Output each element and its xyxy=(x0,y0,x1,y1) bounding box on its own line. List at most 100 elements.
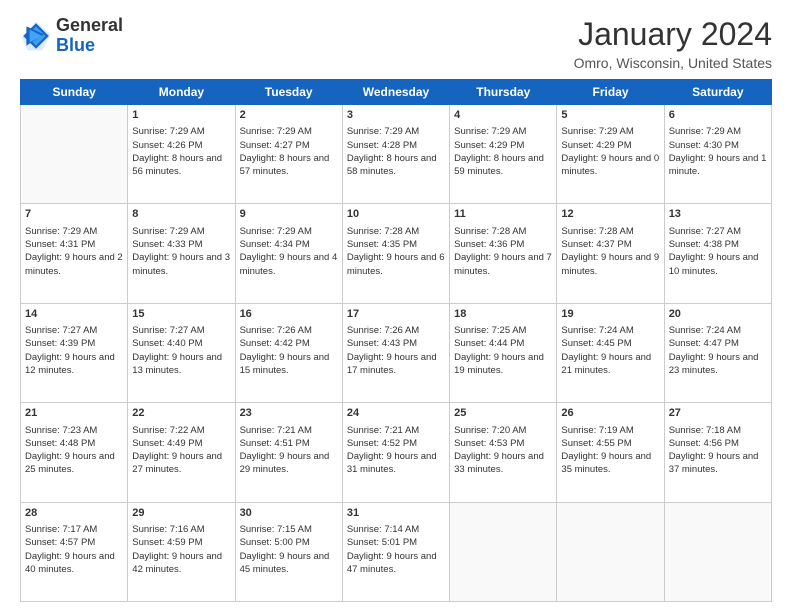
sunset-text: Sunset: 4:55 PM xyxy=(561,437,659,450)
sunset-text: Sunset: 4:31 PM xyxy=(25,238,123,251)
calendar-cell: 23Sunrise: 7:21 AMSunset: 4:51 PMDayligh… xyxy=(235,403,342,502)
daylight-text: Daylight: 9 hours and 17 minutes. xyxy=(347,351,445,378)
header-saturday: Saturday xyxy=(664,80,771,105)
calendar-cell: 16Sunrise: 7:26 AMSunset: 4:42 PMDayligh… xyxy=(235,303,342,402)
sunrise-text: Sunrise: 7:27 AM xyxy=(132,324,230,337)
calendar-cell: 10Sunrise: 7:28 AMSunset: 4:35 PMDayligh… xyxy=(342,204,449,303)
sunset-text: Sunset: 4:56 PM xyxy=(669,437,767,450)
sunrise-text: Sunrise: 7:27 AM xyxy=(669,225,767,238)
daylight-text: Daylight: 9 hours and 25 minutes. xyxy=(25,450,123,477)
sunrise-text: Sunrise: 7:26 AM xyxy=(347,324,445,337)
calendar-cell: 14Sunrise: 7:27 AMSunset: 4:39 PMDayligh… xyxy=(21,303,128,402)
day-number: 27 xyxy=(669,406,767,421)
calendar-week-0: 1Sunrise: 7:29 AMSunset: 4:26 PMDaylight… xyxy=(21,105,772,204)
day-number: 23 xyxy=(240,406,338,421)
sunset-text: Sunset: 4:57 PM xyxy=(25,536,123,549)
day-number: 3 xyxy=(347,108,445,123)
day-number: 7 xyxy=(25,207,123,222)
daylight-text: Daylight: 9 hours and 7 minutes. xyxy=(454,251,552,278)
calendar-cell: 22Sunrise: 7:22 AMSunset: 4:49 PMDayligh… xyxy=(128,403,235,502)
sunset-text: Sunset: 5:01 PM xyxy=(347,536,445,549)
daylight-text: Daylight: 9 hours and 1 minute. xyxy=(669,152,767,179)
title-block: January 2024 Omro, Wisconsin, United Sta… xyxy=(574,16,772,71)
day-number: 20 xyxy=(669,307,767,322)
sunrise-text: Sunrise: 7:25 AM xyxy=(454,324,552,337)
header: General Blue January 2024 Omro, Wisconsi… xyxy=(20,16,772,71)
sunset-text: Sunset: 4:52 PM xyxy=(347,437,445,450)
calendar-cell: 7Sunrise: 7:29 AMSunset: 4:31 PMDaylight… xyxy=(21,204,128,303)
sunset-text: Sunset: 4:34 PM xyxy=(240,238,338,251)
daylight-text: Daylight: 9 hours and 6 minutes. xyxy=(347,251,445,278)
sunset-text: Sunset: 4:27 PM xyxy=(240,139,338,152)
day-number: 15 xyxy=(132,307,230,322)
main-title: January 2024 xyxy=(574,16,772,53)
day-number: 10 xyxy=(347,207,445,222)
calendar-cell: 30Sunrise: 7:15 AMSunset: 5:00 PMDayligh… xyxy=(235,502,342,601)
sunset-text: Sunset: 4:33 PM xyxy=(132,238,230,251)
daylight-text: Daylight: 9 hours and 27 minutes. xyxy=(132,450,230,477)
sunset-text: Sunset: 4:59 PM xyxy=(132,536,230,549)
sunset-text: Sunset: 4:39 PM xyxy=(25,337,123,350)
sunrise-text: Sunrise: 7:21 AM xyxy=(347,424,445,437)
calendar-cell: 8Sunrise: 7:29 AMSunset: 4:33 PMDaylight… xyxy=(128,204,235,303)
day-number: 12 xyxy=(561,207,659,222)
header-tuesday: Tuesday xyxy=(235,80,342,105)
sunrise-text: Sunrise: 7:17 AM xyxy=(25,523,123,536)
daylight-text: Daylight: 9 hours and 19 minutes. xyxy=(454,351,552,378)
calendar-cell: 9Sunrise: 7:29 AMSunset: 4:34 PMDaylight… xyxy=(235,204,342,303)
daylight-text: Daylight: 9 hours and 40 minutes. xyxy=(25,550,123,577)
calendar-cell: 26 Sunrise: 7:19 AMSunset: 4:55 PMDayligh… xyxy=(557,403,664,502)
sunrise-text: Sunrise: 7:28 AM xyxy=(347,225,445,238)
sunrise-text: Sunrise: 7:19 AM xyxy=(561,424,659,437)
calendar: Sunday Monday Tuesday Wednesday Thursday… xyxy=(20,79,772,602)
subtitle: Omro, Wisconsin, United States xyxy=(574,55,772,71)
day-number: 26 xyxy=(561,406,659,421)
day-number: 18 xyxy=(454,307,552,322)
sunset-text: Sunset: 4:37 PM xyxy=(561,238,659,251)
day-number: 5 xyxy=(561,108,659,123)
day-number: 31 xyxy=(347,506,445,521)
day-number: 14 xyxy=(25,307,123,322)
calendar-week-2: 14Sunrise: 7:27 AMSunset: 4:39 PMDayligh… xyxy=(21,303,772,402)
sunset-text: Sunset: 4:29 PM xyxy=(454,139,552,152)
sunrise-text: Sunrise: 7:27 AM xyxy=(25,324,123,337)
daylight-text: Daylight: 9 hours and 10 minutes. xyxy=(669,251,767,278)
header-wednesday: Wednesday xyxy=(342,80,449,105)
sunrise-text: Sunrise: 7:29 AM xyxy=(240,225,338,238)
sunset-text: Sunset: 4:38 PM xyxy=(669,238,767,251)
calendar-cell: 24Sunrise: 7:21 AMSunset: 4:52 PMDayligh… xyxy=(342,403,449,502)
day-number: 29 xyxy=(132,506,230,521)
calendar-cell xyxy=(450,502,557,601)
sunset-text: Sunset: 4:43 PM xyxy=(347,337,445,350)
sunrise-text: Sunrise: 7:29 AM xyxy=(25,225,123,238)
sunset-text: Sunset: 4:42 PM xyxy=(240,337,338,350)
sunset-text: Sunset: 4:36 PM xyxy=(454,238,552,251)
calendar-cell: 18Sunrise: 7:25 AMSunset: 4:44 PMDayligh… xyxy=(450,303,557,402)
sunrise-text: Sunrise: 7:14 AM xyxy=(347,523,445,536)
sunset-text: Sunset: 4:51 PM xyxy=(240,437,338,450)
daylight-text: Daylight: 9 hours and 35 minutes. xyxy=(561,450,659,477)
day-number: 8 xyxy=(132,207,230,222)
daylight-text: Daylight: 8 hours and 58 minutes. xyxy=(347,152,445,179)
daylight-text: Daylight: 9 hours and 3 minutes. xyxy=(132,251,230,278)
header-thursday: Thursday xyxy=(450,80,557,105)
weekday-header-row: Sunday Monday Tuesday Wednesday Thursday… xyxy=(21,80,772,105)
calendar-cell: 11Sunrise: 7:28 AMSunset: 4:36 PMDayligh… xyxy=(450,204,557,303)
calendar-cell: 25Sunrise: 7:20 AMSunset: 4:53 PMDayligh… xyxy=(450,403,557,502)
daylight-text: Daylight: 8 hours and 59 minutes. xyxy=(454,152,552,179)
header-friday: Friday xyxy=(557,80,664,105)
daylight-text: Daylight: 9 hours and 0 minutes. xyxy=(561,152,659,179)
logo-text: General Blue xyxy=(56,16,123,56)
sunrise-text: Sunrise: 7:16 AM xyxy=(132,523,230,536)
day-number: 25 xyxy=(454,406,552,421)
calendar-week-4: 28Sunrise: 7:17 AMSunset: 4:57 PMDayligh… xyxy=(21,502,772,601)
sunrise-text: Sunrise: 7:28 AM xyxy=(561,225,659,238)
calendar-cell: 27Sunrise: 7:18 AMSunset: 4:56 PMDayligh… xyxy=(664,403,771,502)
calendar-cell: 17Sunrise: 7:26 AMSunset: 4:43 PMDayligh… xyxy=(342,303,449,402)
calendar-cell xyxy=(664,502,771,601)
daylight-text: Daylight: 9 hours and 9 minutes. xyxy=(561,251,659,278)
daylight-text: Daylight: 9 hours and 31 minutes. xyxy=(347,450,445,477)
daylight-text: Daylight: 8 hours and 57 minutes. xyxy=(240,152,338,179)
sunset-text: Sunset: 4:48 PM xyxy=(25,437,123,450)
calendar-cell: 29Sunrise: 7:16 AMSunset: 4:59 PMDayligh… xyxy=(128,502,235,601)
